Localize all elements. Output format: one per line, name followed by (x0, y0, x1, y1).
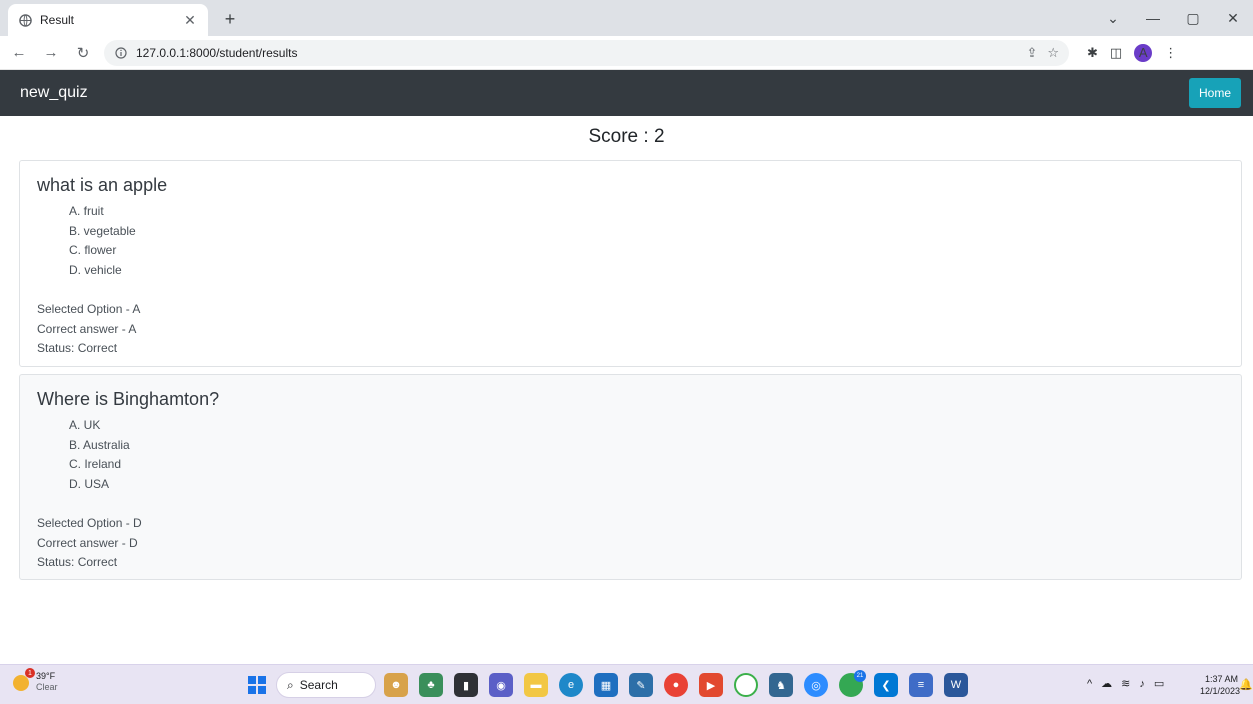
score-heading: Score : 2 (588, 126, 665, 147)
notification-bell-icon[interactable]: 🔔 (1239, 678, 1253, 691)
forward-arrow-icon[interactable]: → (38, 40, 64, 66)
windows-start-icon[interactable] (248, 676, 266, 694)
question-text: Where is Binghamton? (37, 389, 220, 409)
chrome-badge: 21 (854, 670, 866, 682)
weather-condition: Clear (36, 682, 58, 692)
vscode-icon[interactable]: ❮ (874, 673, 898, 697)
correct-answer: Correct answer - A (37, 321, 137, 336)
home-button[interactable]: Home (1188, 78, 1241, 108)
side-panel-icon[interactable]: ◫ (1110, 45, 1122, 61)
omnibox-actions: ⇪ ☆ (1026, 45, 1059, 61)
game-app-icon[interactable]: ♣ (419, 673, 443, 697)
extensions-area: ✱ ◫ A ⋮ (1087, 43, 1177, 62)
navbar-brand[interactable]: new_quiz (20, 84, 88, 102)
option-item: D. USA (69, 476, 110, 491)
weather-widget[interactable]: 1 39°F Clear (10, 668, 58, 693)
wifi-icon[interactable]: ≋ (1121, 677, 1130, 690)
option-item: B. vegetable (69, 223, 136, 238)
browser-menu-icon[interactable]: ⋮ (1164, 45, 1177, 61)
url-text: 127.0.0.1:8000/student/results (136, 45, 298, 60)
browser-tab-bar: Result ✕ + ⌄ — ▢ ✕ (0, 0, 1253, 36)
tab-close-icon[interactable]: ✕ (182, 12, 198, 29)
word-icon[interactable]: W (944, 673, 968, 697)
minimize-icon[interactable]: — (1133, 0, 1173, 36)
new-tab-plus-icon[interactable]: + (218, 7, 242, 31)
search-label: Search (299, 678, 338, 692)
address-bar[interactable]: 127.0.0.1:8000/student/results ⇪ ☆ (104, 39, 1069, 66)
teams-chat-icon[interactable]: ◉ (489, 673, 513, 697)
weather-moon-icon: 1 (10, 668, 35, 693)
system-tray: ^ ☁ ≋ ♪ ▭ (1087, 677, 1164, 691)
share-icon[interactable]: ⇪ (1026, 45, 1037, 61)
clock-time: 1:37 AM (1204, 674, 1238, 684)
clock-date: 12/1/2023 (1200, 686, 1241, 696)
code-app-icon[interactable]: ▶ (699, 673, 723, 697)
info-icon[interactable] (114, 46, 128, 60)
people-app-icon[interactable]: ☻ (384, 673, 408, 697)
correct-answer: Correct answer - D (37, 535, 138, 550)
pen-app-icon[interactable]: ✎ (629, 673, 653, 697)
weather-temp: 39°F (36, 671, 56, 681)
weather-badge: 1 (25, 668, 35, 678)
back-arrow-icon[interactable]: ← (6, 40, 32, 66)
options-list: A. fruit B. vegetable C. flower D. vehic… (37, 202, 1224, 280)
option-item: C. flower (69, 243, 117, 257)
search-icon: ⌕ (287, 677, 294, 692)
taskbar-search[interactable]: ⌕ Search (276, 672, 376, 698)
windows-taskbar: 1 39°F Clear ⌕ Search ☻ ♣ ▮ ◉ ▬ e ▦ ✎ ● … (0, 664, 1253, 704)
answer-status: Status: Correct (37, 555, 118, 569)
selected-option: Selected Option - A (37, 302, 141, 316)
taskbar-clock[interactable]: 1:37 AM 12/1/2023 (1200, 673, 1241, 697)
file-explorer-icon[interactable]: ▬ (524, 673, 548, 697)
app-navbar: new_quiz Home (0, 70, 1253, 116)
tab-title: Result (40, 13, 75, 27)
selected-option: Selected Option - D (37, 516, 142, 530)
answer-status: Status: Correct (37, 341, 118, 355)
restore-icon[interactable]: ▢ (1173, 0, 1213, 36)
option-item: D. vehicle (69, 262, 122, 277)
options-list: A. UK B. Australia C. Ireland D. USA (37, 416, 1224, 494)
notepad-icon[interactable]: ≡ (909, 673, 933, 697)
browser-tab[interactable]: Result ✕ (8, 4, 208, 36)
tab-search-chevron-icon[interactable]: ⌄ (1093, 0, 1133, 36)
close-window-icon[interactable]: ✕ (1213, 0, 1253, 36)
option-item: C. Ireland (69, 457, 122, 471)
edge-browser-icon[interactable]: e (559, 673, 583, 697)
chrome-icon[interactable]: ● (664, 673, 688, 697)
circle-app-icon[interactable] (734, 673, 758, 697)
profile-avatar[interactable]: A (1134, 43, 1153, 62)
question-card: Where is Binghamton? A. UK B. Australia … (19, 374, 1242, 580)
option-item: A. UK (69, 418, 101, 432)
zoom-icon[interactable]: ◎ (804, 673, 828, 697)
task-view-icon[interactable]: ▮ (454, 673, 478, 697)
battery-icon[interactable]: ▭ (1154, 677, 1164, 690)
browser-toolbar: ← → ↻ 127.0.0.1:8000/student/results ⇪ ☆… (0, 36, 1253, 70)
volume-icon[interactable]: ♪ (1139, 678, 1145, 690)
tray-chevron-up-icon[interactable]: ^ (1087, 678, 1092, 690)
cloud-icon[interactable]: ☁ (1101, 677, 1112, 690)
option-item: A. fruit (69, 204, 104, 218)
extensions-puzzle-icon[interactable]: ✱ (1087, 45, 1098, 61)
chrome-profile-icon[interactable]: 21 (839, 670, 866, 697)
question-text: what is an apple (37, 175, 168, 195)
reload-icon[interactable]: ↻ (70, 40, 96, 66)
postgres-elephant-icon[interactable]: ♞ (769, 673, 793, 697)
store-icon[interactable]: ▦ (594, 673, 618, 697)
window-controls: ⌄ — ▢ ✕ (1093, 0, 1253, 36)
option-item: B. Australia (69, 437, 130, 452)
question-card: what is an apple A. fruit B. vegetable C… (19, 160, 1242, 367)
bookmark-star-icon[interactable]: ☆ (1047, 45, 1059, 61)
globe-icon (18, 13, 32, 27)
taskbar-apps: ☻ ♣ ▮ ◉ ▬ e ▦ ✎ ● ▶ ♞ ◎ 21 ❮ ≡ W (384, 670, 968, 697)
